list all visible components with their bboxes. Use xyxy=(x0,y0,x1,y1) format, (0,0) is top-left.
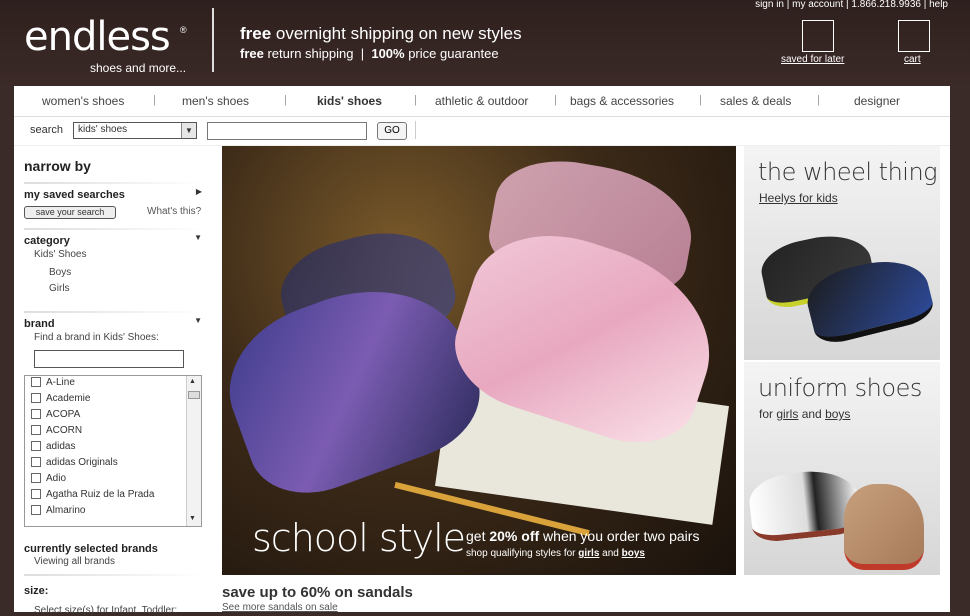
nav-separator: | xyxy=(817,94,820,106)
nav-mens-shoes[interactable]: men's shoes xyxy=(182,94,249,108)
nav-separator: | xyxy=(284,94,287,106)
scroll-down-icon[interactable]: ▼ xyxy=(189,515,196,522)
saved-for-later-icon[interactable] xyxy=(802,20,834,52)
hero-title: school style xyxy=(252,516,466,560)
whats-this-link[interactable]: What's this? xyxy=(147,206,201,217)
nav-athletic-outdoor[interactable]: athletic & outdoor xyxy=(435,94,528,108)
hero-offer: get 20% off when you order two pairs xyxy=(466,528,700,544)
sandals-sale-heading[interactable]: save up to 60% on sandals xyxy=(222,584,413,601)
chevron-right-icon[interactable]: ▶ xyxy=(196,187,202,196)
brand-list-scrollbar[interactable]: ▲ ▼ xyxy=(186,376,201,526)
category-boys[interactable]: Boys xyxy=(49,267,71,278)
brand-option[interactable]: A-Line xyxy=(31,377,75,391)
utility-links[interactable]: sign in | my account | 1.866.218.9936 | … xyxy=(755,0,948,10)
brand-option[interactable]: ACORN xyxy=(31,425,82,439)
nav-designer[interactable]: designer xyxy=(854,94,900,108)
brand-option[interactable]: ACOPA xyxy=(31,409,80,423)
brand-option[interactable]: Adio xyxy=(31,473,66,487)
scroll-up-icon[interactable]: ▲ xyxy=(189,378,196,385)
saved-for-later-link[interactable]: saved for later xyxy=(781,54,844,65)
divider xyxy=(24,574,204,576)
nav-bags-accessories[interactable]: bags & accessories xyxy=(570,94,674,108)
selected-brands-heading: currently selected brands xyxy=(24,543,158,555)
size-prompt: Select size(s) for Infant, Toddler: xyxy=(34,605,178,616)
main-nav: women's shoes | men's shoes | kids' shoe… xyxy=(14,86,950,117)
go-button[interactable]: GO xyxy=(377,122,407,140)
chevron-down-icon[interactable]: ▼ xyxy=(194,233,202,242)
chevron-down-icon[interactable]: ▼ xyxy=(181,123,196,138)
hero-subtext: shop qualifying styles for girls and boy… xyxy=(466,548,645,559)
hero-boys-link[interactable]: boys xyxy=(622,548,645,559)
nav-separator: | xyxy=(414,94,417,106)
category-parent[interactable]: Kids' Shoes xyxy=(34,249,87,260)
brand-search-input[interactable] xyxy=(34,350,184,368)
logo[interactable]: endless xyxy=(24,14,171,60)
search-category-select[interactable]: kids' shoes ▼ xyxy=(73,122,197,139)
wheel-thing-panel[interactable]: the wheel thing Heelys for kids xyxy=(744,146,940,360)
shipping-promo: free overnight shipping on new styles xyxy=(240,24,522,43)
uniform-boys-link[interactable]: boys xyxy=(825,407,850,421)
logo-tagline: shoes and more... xyxy=(90,61,187,75)
divider xyxy=(24,311,204,313)
search-bar: search kids' shoes ▼ GO xyxy=(14,117,950,146)
search-label: search xyxy=(30,124,64,136)
page-content: women's shoes | men's shoes | kids' shoe… xyxy=(14,86,950,616)
brand-option[interactable]: adidas Originals xyxy=(31,457,118,471)
brand-list[interactable]: A-Line Academie ACOPA ACORN adidas adida… xyxy=(24,375,202,527)
brand-heading[interactable]: brand xyxy=(24,318,55,330)
brand-prompt: Find a brand in Kids' Shoes: xyxy=(34,332,159,343)
chevron-down-icon[interactable]: ▼ xyxy=(194,316,202,325)
nav-sales-deals[interactable]: sales & deals xyxy=(720,94,791,108)
wheel-thing-title: the wheel thing xyxy=(758,158,938,186)
divider xyxy=(24,228,204,230)
size-heading[interactable]: size: xyxy=(24,585,48,597)
nav-separator: | xyxy=(554,94,557,106)
search-input[interactable] xyxy=(207,122,367,140)
uniform-shoes-sub: for girls and boys xyxy=(759,407,851,421)
site-header: endless ® shoes and more... free overnig… xyxy=(0,0,970,86)
hero-banner-school-style[interactable]: school style get 20% off when you order … xyxy=(222,146,736,575)
oxford-shoe-image xyxy=(844,484,924,570)
brand-option[interactable]: Academie xyxy=(31,393,90,407)
search-divider xyxy=(415,121,416,139)
narrow-by-heading: narrow by xyxy=(24,158,91,174)
nav-separator: | xyxy=(699,94,702,106)
filter-sidebar: narrow by my saved searches ▶ save your … xyxy=(24,156,212,616)
brand-option[interactable]: Agatha Ruiz de la Prada xyxy=(31,489,154,503)
uniform-shoes-panel[interactable]: uniform shoes for girls and boys xyxy=(744,362,940,575)
brand-option[interactable]: Almarino xyxy=(31,505,85,519)
divider xyxy=(24,182,204,184)
nav-womens-shoes[interactable]: women's shoes xyxy=(42,94,124,108)
scroll-thumb[interactable] xyxy=(188,391,200,399)
brand-option[interactable]: adidas xyxy=(31,441,75,455)
nav-kids-shoes[interactable]: kids' shoes xyxy=(317,94,382,108)
saved-searches-heading[interactable]: my saved searches xyxy=(24,189,125,201)
heelys-link[interactable]: Heelys for kids xyxy=(759,191,838,205)
hero-girls-link[interactable]: girls xyxy=(578,548,599,559)
header-divider xyxy=(212,8,214,72)
uniform-shoes-title: uniform shoes xyxy=(758,374,922,402)
cart-link[interactable]: cart xyxy=(904,54,921,65)
registered-mark: ® xyxy=(180,25,187,35)
category-girls[interactable]: Girls xyxy=(49,283,70,294)
cart-icon[interactable] xyxy=(898,20,930,52)
save-search-button[interactable]: save your search xyxy=(24,206,116,219)
uniform-girls-link[interactable]: girls xyxy=(776,407,798,421)
sandals-sale-link[interactable]: See more sandals on sale xyxy=(222,602,338,613)
nav-separator: | xyxy=(153,94,156,106)
return-promo: free return shipping | 100% price guaran… xyxy=(240,46,499,61)
category-heading[interactable]: category xyxy=(24,235,70,247)
viewing-all-brands: Viewing all brands xyxy=(34,556,115,567)
